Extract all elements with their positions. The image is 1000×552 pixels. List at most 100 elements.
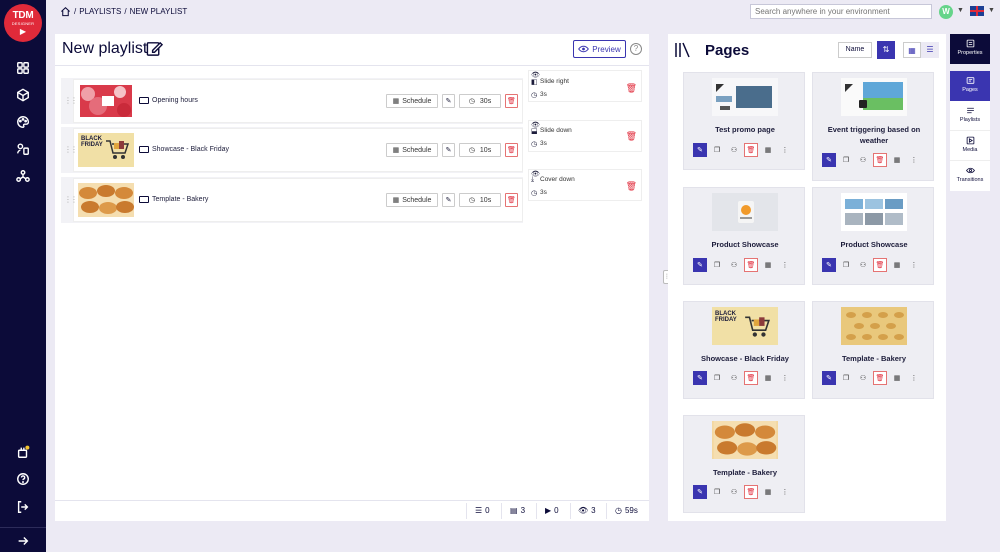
delete-page-icon[interactable]: 🗑	[873, 371, 887, 385]
properties-icon	[966, 39, 974, 48]
copy-page-icon[interactable]: ❐	[839, 258, 853, 272]
delete-item-button[interactable]: 🗑	[505, 143, 518, 157]
transition-item[interactable]: 👁 ◧ Slide right ◷ 3s 🗑	[528, 70, 642, 102]
delete-item-button[interactable]: 🗑	[505, 193, 518, 207]
page-card[interactable]: Product Showcase ✎ ❐ ⚇ 🗑 ▦ ⋮	[812, 187, 934, 285]
home-icon[interactable]	[60, 6, 71, 17]
drag-handle-icon[interactable]: ⋮⋮	[64, 145, 78, 154]
delete-page-icon[interactable]: 🗑	[873, 258, 887, 272]
edit-item-button[interactable]: ✎	[442, 94, 455, 108]
schedule-page-icon[interactable]: ▦	[761, 258, 775, 272]
schedule-page-icon[interactable]: ▦	[890, 371, 904, 385]
edit-page-icon[interactable]: ✎	[693, 485, 707, 499]
edit-page-icon[interactable]: ✎	[693, 258, 707, 272]
edit-page-icon[interactable]: ✎	[693, 371, 707, 385]
edit-page-icon[interactable]: ✎	[822, 258, 836, 272]
delete-page-icon[interactable]: 🗑	[744, 485, 758, 499]
schedule-button[interactable]: ▦ Schedule	[386, 193, 438, 207]
page-card[interactable]: Template - Bakery ✎ ❐ ⚇ 🗑 ▦ ⋮	[812, 301, 934, 399]
edit-page-icon[interactable]: ✎	[822, 371, 836, 385]
network-icon[interactable]	[0, 165, 46, 187]
schedule-button[interactable]: ▦ Schedule	[386, 143, 438, 157]
edit-page-icon[interactable]: ✎	[693, 143, 707, 157]
tdm-designer-logo[interactable]: TDM DESIGNER ▶	[4, 4, 42, 42]
share-page-icon[interactable]: ⚇	[727, 143, 741, 157]
dashboard-icon[interactable]	[0, 57, 46, 79]
tab-properties[interactable]: Properties	[950, 34, 990, 64]
language-chevron-down-icon[interactable]: ▼	[988, 7, 995, 14]
schedule-page-icon[interactable]: ▦	[761, 371, 775, 385]
cube-icon[interactable]	[0, 84, 46, 106]
expand-arrow-icon[interactable]	[0, 530, 46, 552]
duration-field[interactable]: ◷ 10s	[459, 193, 501, 207]
devices-icon[interactable]	[0, 138, 46, 160]
edit-item-button[interactable]: ✎	[442, 143, 455, 157]
schedule-page-icon[interactable]: ▦	[761, 143, 775, 157]
duration-field[interactable]: ◷ 10s	[459, 143, 501, 157]
share-page-icon[interactable]: ⚇	[727, 485, 741, 499]
transition-item[interactable]: 👁 ⬓ Slide down ◷ 3s 🗑	[528, 120, 642, 152]
drag-handle-icon[interactable]: ⋮⋮	[64, 195, 78, 204]
logout-icon[interactable]	[0, 496, 46, 518]
delete-transition-icon[interactable]: 🗑	[626, 181, 637, 192]
palette-icon[interactable]	[0, 111, 46, 133]
search-input[interactable]	[750, 4, 932, 19]
schedule-page-icon[interactable]: ▦	[890, 258, 904, 272]
page-card[interactable]: BLACK FRIDAY Showcase - Black Friday ✎ ❐…	[683, 301, 805, 399]
copy-page-icon[interactable]: ❐	[710, 371, 724, 385]
sort-direction-icon[interactable]: ⇅	[877, 41, 895, 59]
duration-field[interactable]: ◷ 30s	[459, 94, 501, 108]
more-options-icon[interactable]: ⋮	[907, 371, 921, 385]
grid-view-icon[interactable]: ▦	[903, 42, 921, 58]
plugin-icon[interactable]	[0, 441, 46, 463]
list-view-icon[interactable]: ☰	[921, 42, 939, 58]
more-options-icon[interactable]: ⋮	[778, 485, 792, 499]
copy-page-icon[interactable]: ❐	[710, 485, 724, 499]
copy-page-icon[interactable]: ❐	[710, 143, 724, 157]
uk-flag-icon[interactable]	[970, 6, 984, 16]
page-card[interactable]: Test promo page ✎ ❐ ⚇ 🗑 ▦ ⋮	[683, 72, 805, 170]
page-card[interactable]: Template - Bakery ✎ ❐ ⚇ 🗑 ▦ ⋮	[683, 415, 805, 513]
delete-page-icon[interactable]: 🗑	[744, 143, 758, 157]
sort-by-name-button[interactable]: Name	[838, 42, 872, 58]
more-options-icon[interactable]: ⋮	[778, 143, 792, 157]
more-options-icon[interactable]: ⋮	[778, 258, 792, 272]
copy-page-icon[interactable]: ❐	[710, 258, 724, 272]
tab-playlists[interactable]: Playlists	[950, 101, 990, 131]
schedule-page-icon[interactable]: ▦	[761, 485, 775, 499]
schedule-page-icon[interactable]: ▦	[890, 153, 904, 167]
delete-transition-icon[interactable]: 🗑	[626, 83, 637, 94]
page-card[interactable]: Event triggering based on weather ✎ ❐ ⚇ …	[812, 72, 934, 181]
help-button[interactable]: ?	[630, 43, 642, 55]
delete-page-icon[interactable]: 🗑	[744, 258, 758, 272]
tab-media[interactable]: Media	[950, 131, 990, 161]
tab-pages[interactable]: Pages	[950, 71, 990, 101]
share-page-icon[interactable]: ⚇	[856, 258, 870, 272]
more-options-icon[interactable]: ⋮	[907, 153, 921, 167]
more-options-icon[interactable]: ⋮	[907, 258, 921, 272]
share-page-icon[interactable]: ⚇	[856, 371, 870, 385]
preview-button[interactable]: Preview	[573, 40, 626, 58]
edit-title-icon[interactable]	[146, 40, 163, 57]
schedule-button[interactable]: ▦ Schedule	[386, 94, 438, 108]
breadcrumb-playlists[interactable]: PLAYLISTS	[79, 7, 121, 16]
delete-item-button[interactable]: 🗑	[505, 94, 518, 108]
share-page-icon[interactable]: ⚇	[727, 258, 741, 272]
share-page-icon[interactable]: ⚇	[856, 153, 870, 167]
avatar[interactable]: W	[939, 5, 953, 19]
edit-item-button[interactable]: ✎	[442, 193, 455, 207]
copy-page-icon[interactable]: ❐	[839, 371, 853, 385]
tab-transitions[interactable]: Transitions	[950, 161, 990, 191]
delete-page-icon[interactable]: 🗑	[873, 153, 887, 167]
delete-transition-icon[interactable]: 🗑	[626, 131, 637, 142]
share-page-icon[interactable]: ⚇	[727, 371, 741, 385]
user-chevron-down-icon[interactable]: ▼	[957, 7, 964, 14]
delete-page-icon[interactable]: 🗑	[744, 371, 758, 385]
page-card[interactable]: Product Showcase ✎ ❐ ⚇ 🗑 ▦ ⋮	[683, 187, 805, 285]
drag-handle-icon[interactable]: ⋮⋮	[64, 96, 78, 105]
edit-page-icon[interactable]: ✎	[822, 153, 836, 167]
transition-item[interactable]: 👁 ⤓ Cover down ◷ 3s 🗑	[528, 169, 642, 201]
copy-page-icon[interactable]: ❐	[839, 153, 853, 167]
more-options-icon[interactable]: ⋮	[778, 371, 792, 385]
help-icon[interactable]	[0, 468, 46, 490]
